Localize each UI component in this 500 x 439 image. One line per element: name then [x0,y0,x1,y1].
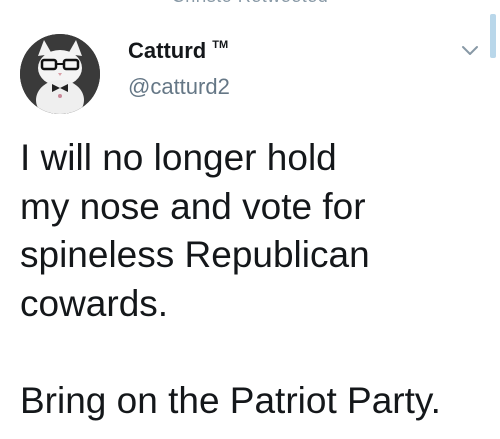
tweet-line: my nose and vote for [20,185,366,227]
scroll-indicator [490,14,496,58]
tweet-text: I will no longer hold my nose and vote f… [20,134,490,425]
chevron-down-icon [462,46,478,55]
tweet-closing-line: Bring on the Patriot Party. [20,379,441,421]
author-display-name[interactable]: Catturd TM [128,38,228,64]
display-name-text: Catturd [128,38,207,63]
tweet-menu-button[interactable] [457,38,483,64]
trademark-mark: TM [212,39,229,51]
cat-avatar-icon [20,34,100,114]
author-handle[interactable]: @catturd2 [128,74,230,100]
tweet-line: spineless Republican [20,234,370,275]
retweet-context: Christo Retweeted [0,0,500,10]
author-avatar[interactable] [20,34,100,114]
tweet-line: cowards. [20,282,169,324]
tweet-line: I will no longer hold [20,137,337,178]
